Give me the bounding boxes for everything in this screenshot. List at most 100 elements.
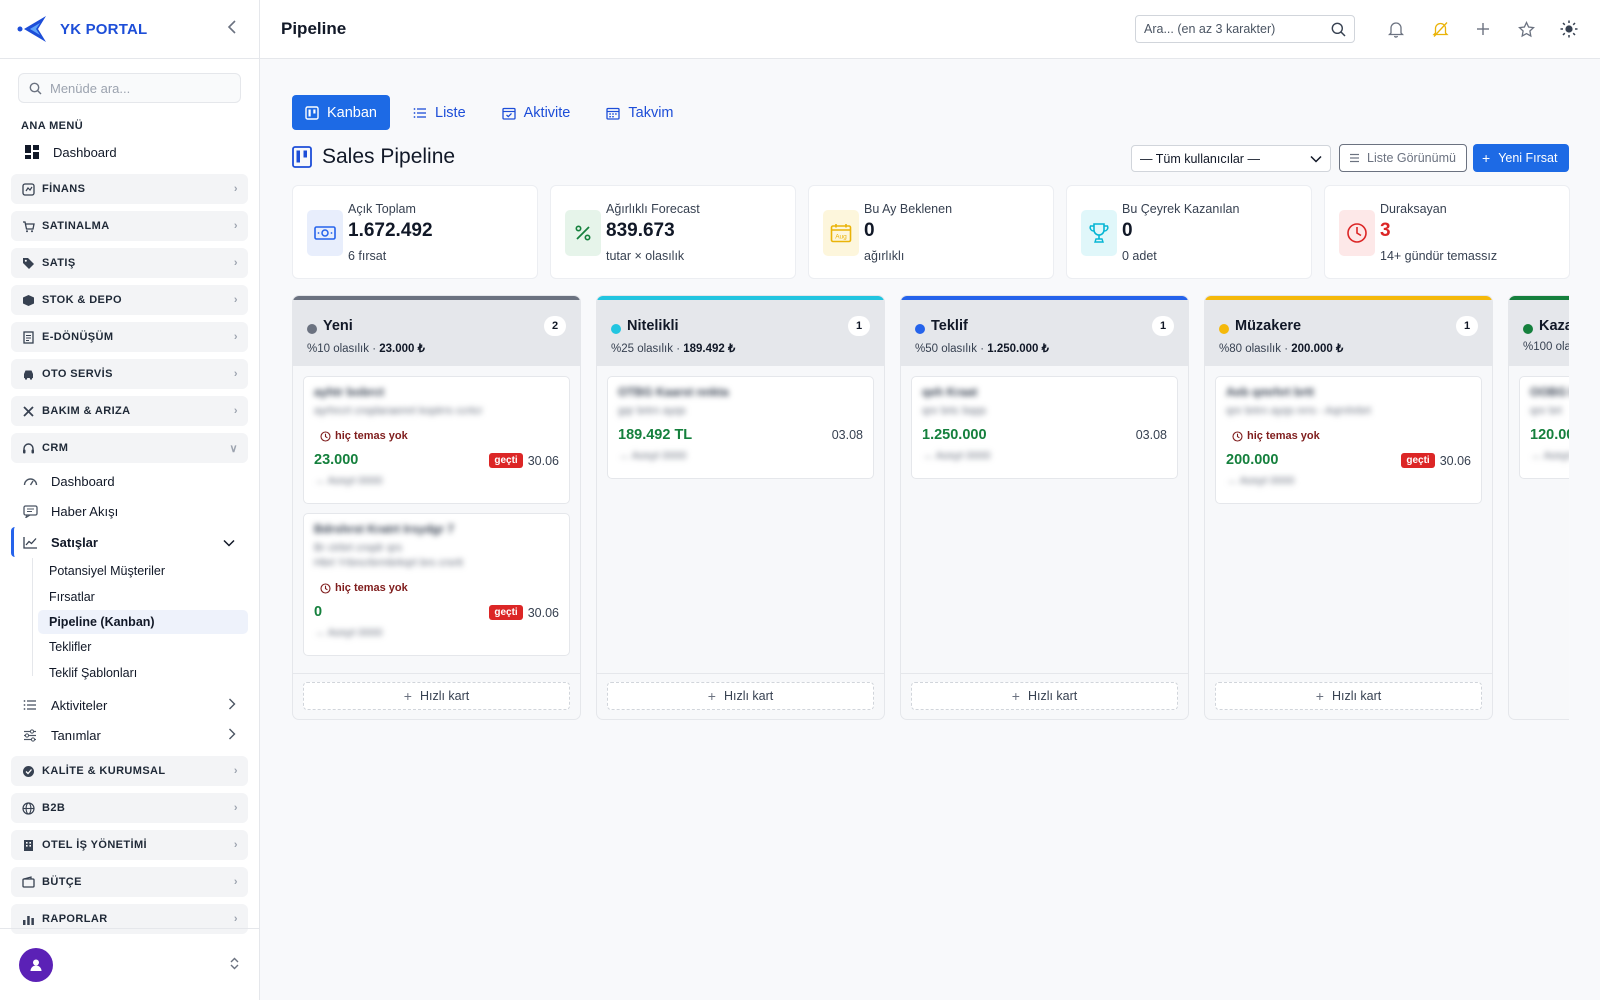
- sidebar-item-label: Aktiviteler: [51, 697, 108, 713]
- quick-add-label: Hızlı kart: [723, 689, 774, 703]
- clock-icon: [320, 582, 331, 594]
- sidebar-item-quote-templates[interactable]: Teklif Şablonları: [38, 661, 248, 685]
- module-butce[interactable]: BÜTÇE ›: [11, 867, 248, 897]
- module-satinalma[interactable]: SATINALMA ›: [11, 211, 248, 241]
- money-icon: [307, 210, 343, 256]
- module-oto-servis[interactable]: OTO SERVİS ›: [11, 359, 248, 389]
- sidebar-footer: [0, 928, 259, 1000]
- column-meta-separator: ·: [673, 343, 684, 355]
- tools-icon: [21, 404, 35, 418]
- module-b2b[interactable]: B2B ›: [11, 793, 248, 823]
- bell-off-icon[interactable]: [1429, 18, 1451, 40]
- user-filter-select[interactable]: — Tüm kullanıcılar —: [1131, 145, 1331, 172]
- no-contact-warning: hiç temas yok: [320, 430, 408, 442]
- kanban-icon: [292, 146, 312, 168]
- module-e-donusum[interactable]: E-DÖNÜŞÜM ›: [11, 322, 248, 352]
- column-divider: [597, 673, 884, 674]
- quick-add-button[interactable]: + Hızlı kart: [303, 682, 570, 710]
- sidebar-item-opportunities[interactable]: Fırsatlar: [38, 585, 248, 609]
- chevron-down-icon: [223, 535, 235, 550]
- user-filter-value: — Tüm kullanıcılar —: [1140, 151, 1260, 166]
- deal-card[interactable]: Aeb qmrhrt brtt qnr brtrn ayqs nrrs - Aq…: [1215, 376, 1482, 504]
- stage-dot: [1523, 324, 1533, 334]
- deal-card[interactable]: OOBG brt qnr brt 120.00 → Aosyt: [1519, 376, 1569, 479]
- deal-company: qnr brtrn ayqs nrrs - Aqrnhrbrt: [1226, 405, 1371, 417]
- stage-dot: [1219, 324, 1229, 334]
- sidebar-item-crm-dashboard[interactable]: Dashboard: [22, 468, 248, 494]
- column-meta-separator: ·: [369, 343, 380, 355]
- column-probability: %100 olası: [1523, 341, 1569, 353]
- deal-card[interactable]: Bdrshrst Kratrt Irsydgr 7 Br ctrbrt cnqd…: [303, 513, 570, 656]
- kanban-board: Yeni 2 %10 olasılık · 23.000 ₺ ayhtr bob…: [292, 295, 1569, 721]
- deal-owner: → Aosyt 0000: [314, 475, 383, 487]
- sidebar-item-quotes[interactable]: Teklifler: [38, 635, 248, 659]
- module-label: SATINALMA: [42, 220, 110, 232]
- star-icon[interactable]: [1515, 18, 1537, 40]
- tab-aktivite[interactable]: Aktivite: [489, 95, 584, 130]
- sidebar-item-pipeline-kanban[interactable]: Pipeline (Kanban): [38, 610, 248, 634]
- deal-card[interactable]: qeh Kraat qnr brtc bqqs 1.250.000 03.08 …: [911, 376, 1178, 479]
- deal-amount: 200.000: [1226, 452, 1279, 468]
- trend-icon: [23, 536, 38, 549]
- document-icon: [21, 330, 35, 344]
- column-total: 23.000 ₺: [379, 343, 425, 355]
- menu-search-input[interactable]: Menüde ara...: [18, 73, 241, 103]
- stat-sub: 0 adet: [1122, 249, 1157, 263]
- tab-takvim[interactable]: Takvim: [593, 95, 686, 130]
- deal-amount: 189.492 TL: [618, 427, 693, 443]
- sidebar-item-satislar[interactable]: Satışlar: [11, 527, 249, 557]
- module-crm[interactable]: CRM ∨: [11, 433, 248, 463]
- bell-icon[interactable]: [1385, 18, 1407, 40]
- menu-search-placeholder: Menüde ara...: [50, 80, 131, 96]
- deal-card[interactable]: OTBG Kaarst nnkta gqr brtrn ayqs 189.492…: [607, 376, 874, 479]
- sidebar-item-definitions[interactable]: Tanımlar: [22, 722, 248, 748]
- sun-icon[interactable]: [1558, 18, 1580, 40]
- module-stok-depo[interactable]: STOK & DEPO ›: [11, 285, 248, 315]
- headset-icon: [21, 441, 35, 455]
- sidebar-item-label: Satışlar: [51, 534, 98, 550]
- module-finans[interactable]: FİNANS ›: [11, 174, 248, 204]
- column-total: 189.492 ₺: [683, 343, 736, 355]
- module-bakim-ariza[interactable]: BAKIM & ARIZA ›: [11, 396, 248, 426]
- chat-icon: [22, 503, 38, 519]
- module-kalite-kurumsal[interactable]: KALİTE & KURUMSAL ›: [11, 756, 248, 786]
- quick-add-button[interactable]: + Hızlı kart: [607, 682, 874, 710]
- sidebar-item-label: Dashboard: [53, 144, 117, 160]
- expand-collapse-icon[interactable]: [230, 957, 239, 973]
- quick-add-button[interactable]: + Hızlı kart: [911, 682, 1178, 710]
- deal-date-meta: geçti 30.06: [489, 453, 559, 468]
- chevron-right-icon: [228, 728, 236, 743]
- tab-liste[interactable]: Liste: [400, 95, 479, 130]
- quick-add-label: Hızlı kart: [1331, 689, 1382, 703]
- global-search-input[interactable]: Ara... (en az 3 karakter): [1135, 15, 1355, 43]
- module-satis[interactable]: SATIŞ ›: [11, 248, 248, 278]
- sidebar-item-leads[interactable]: Potansiyel Müşteriler: [38, 559, 248, 583]
- deal-card[interactable]: ayhtr bobrct ayrhrcrt cnqdaraemrt koptrr…: [303, 376, 570, 504]
- kanban-icon: [305, 105, 319, 120]
- column-meta-separator: ·: [1281, 343, 1292, 355]
- global-search-placeholder: Ara... (en az 3 karakter): [1144, 22, 1276, 36]
- column-probability: %10 olasılık: [307, 343, 370, 355]
- search-icon[interactable]: [1331, 22, 1346, 37]
- column-total: 1.250.000 ₺: [987, 343, 1049, 355]
- kanban-column-nitelikli: Nitelikli 1 %25 olasılık · 189.492 ₺ OTB…: [596, 295, 885, 720]
- new-opportunity-button[interactable]: + Yeni Fırsat: [1473, 144, 1569, 172]
- collapse-sidebar-icon[interactable]: [221, 19, 243, 39]
- sidebar-item-dashboard[interactable]: Dashboard: [24, 138, 259, 166]
- topbar: Pipeline Ara... (en az 3 karakter): [260, 0, 1600, 59]
- stat-sub: 14+ gündür temassız: [1380, 249, 1498, 263]
- chevron-right-icon: ›: [233, 876, 238, 888]
- brand-name: YK PORTAL: [60, 20, 148, 38]
- tab-kanban[interactable]: Kanban: [292, 95, 390, 130]
- warning-text: hiç temas yok: [335, 430, 408, 442]
- module-otel-is-yonetimi[interactable]: OTEL İŞ YÖNETİMİ ›: [11, 830, 248, 860]
- sidebar-item-news[interactable]: Haber Akışı: [22, 498, 248, 524]
- quick-add-button[interactable]: + Hızlı kart: [1215, 682, 1482, 710]
- plus-icon[interactable]: [1472, 18, 1494, 40]
- deal-amount: 1.250.000: [922, 427, 987, 443]
- user-avatar[interactable]: [19, 947, 53, 982]
- sidebar-item-activities[interactable]: Aktiviteler: [22, 692, 248, 718]
- pipeline-title-text: Sales Pipeline: [322, 145, 456, 168]
- list-view-button[interactable]: Liste Görünümü: [1339, 144, 1467, 172]
- deal-company: Br ctrbrt cnqdr qrs: [314, 542, 403, 554]
